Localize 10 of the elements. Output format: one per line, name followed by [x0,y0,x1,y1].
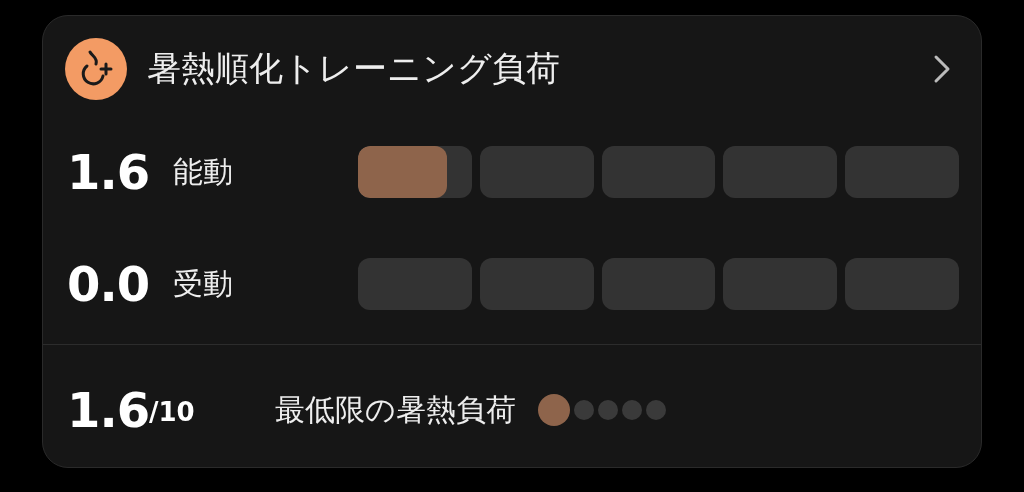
card-title: 暑熱順化トレーニング負荷 [147,47,561,90]
load-label: 受動 [173,264,234,303]
load-label: 能動 [173,152,234,191]
load-total: 1.6 [67,382,150,438]
load-value: 0.0 [67,260,150,308]
load-max: /10 [149,397,195,427]
load-value: 1.6 [67,148,150,196]
load-status: 最低限の暑熱負荷 [274,390,516,429]
chevron-right-icon[interactable] [933,54,951,84]
heat-icon [65,38,127,100]
